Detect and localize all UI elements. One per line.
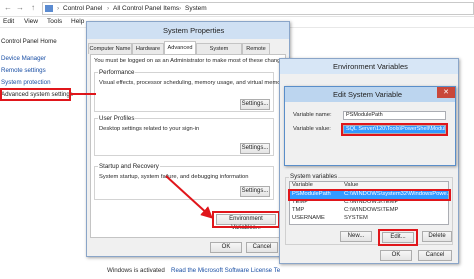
variable-name-label: Variable name: xyxy=(293,112,332,118)
edit-window-title: Edit System Variable xyxy=(333,90,403,99)
edit-titlebar: Edit System Variable ✕ xyxy=(285,87,455,102)
env-window-title: Environment Variables xyxy=(333,62,408,71)
row-value: SYSTEM xyxy=(344,215,368,221)
highlight-variable-value xyxy=(341,123,448,136)
variable-name-field[interactable]: PSModulePath xyxy=(343,111,446,120)
highlight-edit-button xyxy=(378,229,418,246)
highlight-psmodulepath-row xyxy=(288,189,451,201)
table-row[interactable]: TMP C:\WINDOWS\TEMP xyxy=(290,207,448,215)
new-variable-button[interactable]: New... xyxy=(340,231,372,242)
row-variable: USERNAME xyxy=(292,215,325,221)
close-icon[interactable]: ✕ xyxy=(437,87,455,98)
row-value: C:\WINDOWS\TEMP xyxy=(344,207,399,213)
delete-variable-button[interactable]: Delete xyxy=(422,231,452,242)
arrow-to-env-button xyxy=(165,175,213,219)
column-header-variable[interactable]: Variable xyxy=(292,182,313,188)
table-row[interactable]: USERNAME SYSTEM xyxy=(290,215,448,223)
env-ok-button[interactable]: OK xyxy=(380,250,412,261)
column-header-value[interactable]: Value xyxy=(344,182,358,188)
variable-value-label: Variable value: xyxy=(293,126,331,132)
env-titlebar: Environment Variables xyxy=(280,59,458,74)
system-variables-label: System variables xyxy=(289,173,339,180)
env-cancel-button[interactable]: Cancel xyxy=(418,250,452,261)
row-variable: TMP xyxy=(292,207,305,213)
